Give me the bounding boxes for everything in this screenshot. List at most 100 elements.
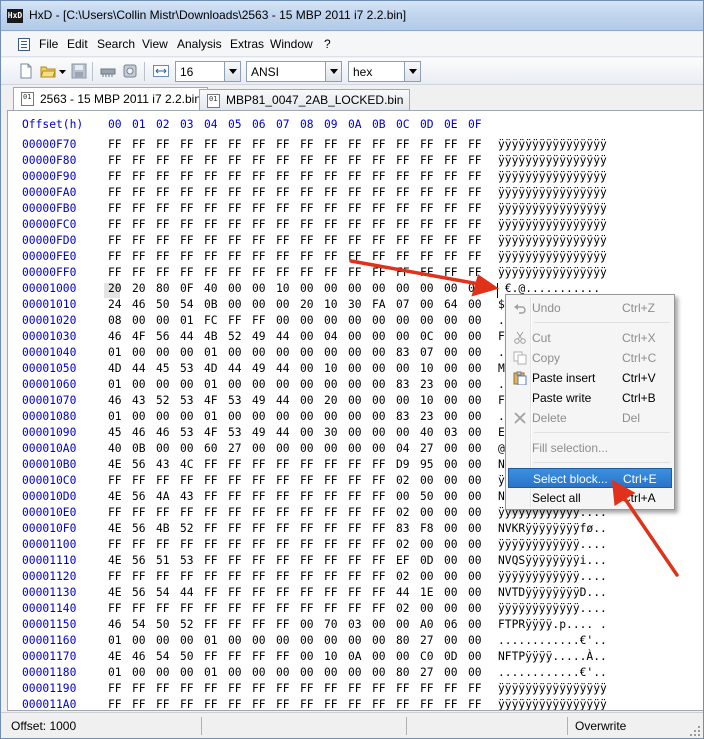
hex-byte[interactable]: 00	[444, 330, 458, 343]
hex-byte[interactable]: FF	[132, 218, 146, 231]
hex-byte[interactable]: FF	[204, 586, 218, 599]
hex-byte[interactable]: FF	[252, 618, 266, 631]
hex-byte[interactable]: FF	[372, 234, 386, 247]
hex-row[interactable]: 00000F80 FF FF FF FF FF FF FF FF FF FF FF FF FF FF FF FF…	[8, 154, 703, 170]
hex-byte[interactable]: 00	[468, 554, 482, 567]
hex-byte[interactable]: FF	[204, 682, 218, 695]
hex-byte[interactable]: FF	[444, 218, 458, 231]
hex-byte[interactable]: FF	[276, 234, 290, 247]
hex-byte[interactable]: FF	[444, 234, 458, 247]
hex-byte[interactable]: FF	[156, 250, 170, 263]
hex-byte[interactable]: FF	[324, 570, 338, 583]
hex-byte[interactable]: FF	[156, 186, 170, 199]
hex-byte[interactable]: 00	[348, 666, 362, 679]
hex-row[interactable]: 00000FC0 FF FF FF FF FF FF FF FF FF FF FF FF FF FF FF FF…	[8, 218, 703, 234]
hex-byte[interactable]: 0D	[420, 554, 434, 567]
hex-byte[interactable]: 00	[468, 346, 482, 359]
hex-byte[interactable]: 00	[300, 330, 314, 343]
hex-byte[interactable]: 50	[420, 490, 434, 503]
hex-byte[interactable]: 46	[108, 394, 122, 407]
hex-byte[interactable]: 00	[276, 410, 290, 423]
hex-byte[interactable]: 00	[396, 330, 410, 343]
hex-byte[interactable]: 53	[180, 362, 194, 375]
hex-byte[interactable]: FF	[324, 138, 338, 151]
hex-byte[interactable]: 00	[348, 442, 362, 455]
hex-byte[interactable]: FF	[180, 474, 194, 487]
hex-byte[interactable]: FF	[324, 602, 338, 615]
hex-byte[interactable]: 00	[156, 346, 170, 359]
hex-byte[interactable]: FF	[300, 586, 314, 599]
hex-byte[interactable]: 23	[420, 378, 434, 391]
hex-row[interactable]: 00000F70 FF FF FF FF FF FF FF FF FF FF FF FF FF FF FF FF…	[8, 138, 703, 154]
hex-byte[interactable]: FF	[204, 170, 218, 183]
hex-byte[interactable]: FF	[348, 138, 362, 151]
hex-byte[interactable]: 0D	[444, 650, 458, 663]
hex-byte[interactable]: FF	[348, 218, 362, 231]
hex-byte[interactable]: 00	[372, 666, 386, 679]
hex-byte[interactable]: 27	[228, 442, 242, 455]
hex-byte[interactable]: FF	[396, 698, 410, 710]
hex-byte[interactable]: FF	[420, 186, 434, 199]
document-window-icon[interactable]	[18, 38, 30, 51]
hex-byte[interactable]: 52	[180, 522, 194, 535]
hex-byte[interactable]: FF	[372, 522, 386, 535]
hex-byte[interactable]: 00	[252, 410, 266, 423]
hex-byte[interactable]: FF	[204, 474, 218, 487]
hex-byte[interactable]: 4B	[156, 522, 170, 535]
hex-byte[interactable]: FF	[324, 186, 338, 199]
hex-byte[interactable]: 02	[396, 602, 410, 615]
hex-byte[interactable]: FF	[348, 602, 362, 615]
hex-row[interactable]: 00001190 FF FF FF FF FF FF FF FF FF FF FF FF FF FF FF FF…	[8, 682, 703, 698]
hex-byte[interactable]: FF	[372, 202, 386, 215]
hex-byte[interactable]: 00	[252, 298, 266, 311]
hex-byte[interactable]: 04	[324, 330, 338, 343]
hex-byte[interactable]: FF	[252, 650, 266, 663]
hex-byte[interactable]: FF	[132, 186, 146, 199]
hex-byte[interactable]: FF	[252, 586, 266, 599]
hex-byte[interactable]: FF	[324, 490, 338, 503]
hex-byte[interactable]: FF	[252, 602, 266, 615]
hex-byte[interactable]: 27	[420, 634, 434, 647]
hex-byte[interactable]: EF	[396, 554, 410, 567]
hex-byte[interactable]: FF	[372, 170, 386, 183]
hex-byte[interactable]: 53	[180, 554, 194, 567]
hex-byte[interactable]: FF	[204, 506, 218, 519]
hex-byte[interactable]: FF	[348, 538, 362, 551]
hex-byte[interactable]: FF	[252, 154, 266, 167]
tab-mbp81-bin[interactable]: MBP81_0047_2AB_LOCKED.bin	[199, 89, 411, 110]
menu-item-undo[interactable]: Undo Ctrl+Z	[508, 298, 672, 318]
hex-byte[interactable]: 00	[420, 602, 434, 615]
hex-byte[interactable]: FF	[156, 218, 170, 231]
hex-byte[interactable]: FF	[156, 266, 170, 279]
open-folder-icon[interactable]	[40, 63, 56, 79]
hex-byte[interactable]: FF	[156, 202, 170, 215]
hex-byte[interactable]: FF	[276, 586, 290, 599]
menu-item-paste-write[interactable]: Paste write Ctrl+B	[508, 388, 672, 408]
hex-byte[interactable]: FF	[324, 506, 338, 519]
ansi-text[interactable]: ÿÿÿÿÿÿÿÿÿÿÿÿÿÿÿÿ	[498, 218, 607, 231]
hex-byte[interactable]: FF	[372, 554, 386, 567]
hex-byte[interactable]: 00	[180, 410, 194, 423]
hex-byte[interactable]: FF	[228, 266, 242, 279]
hex-byte[interactable]: 00	[276, 666, 290, 679]
hex-byte[interactable]: 00	[444, 666, 458, 679]
hex-byte[interactable]: 00	[444, 586, 458, 599]
hex-byte[interactable]: 00	[132, 666, 146, 679]
hex-byte[interactable]: FF	[204, 538, 218, 551]
ansi-text[interactable]: @	[498, 442, 505, 455]
ansi-text[interactable]: NVKRÿÿÿÿÿÿÿÿfø..	[498, 522, 607, 535]
hex-byte[interactable]: FF	[276, 170, 290, 183]
hex-byte[interactable]: FF	[420, 154, 434, 167]
hex-byte[interactable]: FF	[204, 570, 218, 583]
hex-byte[interactable]: FF	[180, 602, 194, 615]
hex-byte[interactable]: 00	[228, 282, 242, 295]
hex-byte[interactable]: FF	[276, 474, 290, 487]
hex-byte[interactable]: FF	[468, 682, 482, 695]
hex-byte[interactable]: FF	[276, 154, 290, 167]
hex-byte[interactable]: FF	[156, 698, 170, 710]
hex-byte[interactable]: 02	[396, 538, 410, 551]
hex-byte[interactable]: 00	[300, 378, 314, 391]
hex-byte[interactable]: D9	[396, 458, 410, 471]
hex-byte[interactable]: FF	[204, 202, 218, 215]
hex-byte[interactable]: FF	[372, 570, 386, 583]
